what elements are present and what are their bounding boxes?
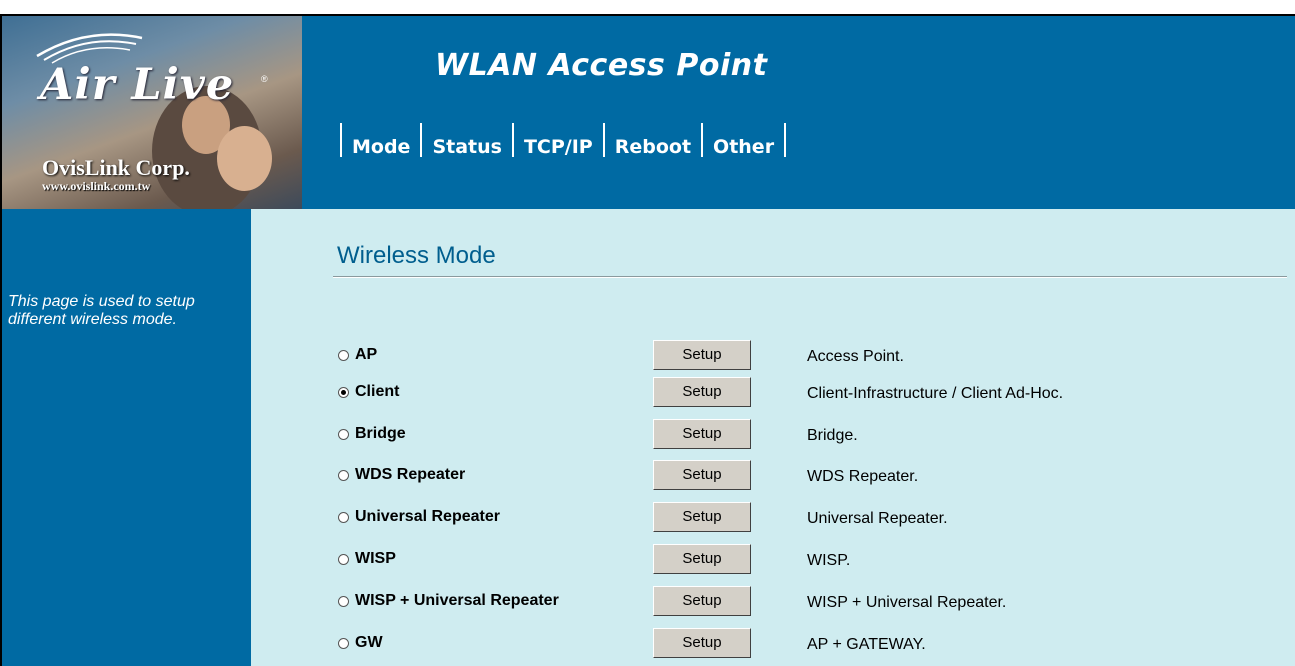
setup-button[interactable]: Setup bbox=[653, 419, 751, 449]
title-divider bbox=[333, 276, 1287, 278]
page-frame: Air Live ® OvisLink Corp. www.ovislink.c… bbox=[0, 14, 1295, 666]
radio-button[interactable] bbox=[338, 637, 349, 649]
mode-description: WISP. bbox=[807, 552, 851, 569]
mode-option[interactable]: GW bbox=[338, 628, 383, 658]
company-url: www.ovislink.com.tw bbox=[42, 179, 151, 193]
setup-button[interactable]: Setup bbox=[653, 628, 751, 658]
mode-description: Universal Repeater. bbox=[807, 510, 948, 527]
main-content: Wireless Mode AP Setup Access Point. Cli… bbox=[251, 209, 1295, 666]
mode-label: WISP + Universal Repeater bbox=[355, 592, 559, 609]
nav-other[interactable]: Other bbox=[701, 123, 784, 158]
mode-row-ap: AP Setup Access Point. bbox=[251, 340, 1295, 370]
mode-option[interactable]: Bridge bbox=[338, 419, 406, 449]
mode-label: AP bbox=[355, 346, 378, 363]
boy-face bbox=[217, 126, 272, 191]
sidebar: This page is used to setup different wir… bbox=[2, 209, 251, 666]
setup-button[interactable]: Setup bbox=[653, 340, 751, 370]
mode-row-wds-repeater: WDS Repeater Setup WDS Repeater. bbox=[251, 460, 1295, 490]
setup-button[interactable]: Setup bbox=[653, 502, 751, 532]
nav-status[interactable]: Status bbox=[420, 123, 512, 158]
radio-button[interactable] bbox=[338, 553, 349, 565]
mode-option[interactable]: WISP + Universal Repeater bbox=[338, 586, 559, 616]
header: Air Live ® OvisLink Corp. www.ovislink.c… bbox=[2, 16, 1295, 209]
mode-option[interactable]: Client bbox=[338, 377, 399, 407]
nav-mode[interactable]: Mode bbox=[340, 123, 420, 158]
page-title: Wireless Mode bbox=[337, 242, 496, 269]
mode-description: Access Point. bbox=[807, 348, 904, 365]
airlive-logo: Air Live ® OvisLink Corp. www.ovislink.c… bbox=[2, 16, 302, 209]
mode-label: Bridge bbox=[355, 425, 406, 442]
top-nav: Mode Status TCP/IP Reboot Other bbox=[340, 123, 787, 158]
radio-button[interactable] bbox=[338, 428, 349, 440]
mode-description: AP + GATEWAY. bbox=[807, 636, 926, 653]
sidebar-description: This page is used to setup different wir… bbox=[8, 293, 195, 328]
company-name: OvisLink Corp. bbox=[42, 155, 190, 180]
page-header-title: WLAN Access Point bbox=[435, 48, 768, 83]
mode-option[interactable]: AP bbox=[338, 340, 377, 370]
nav-tcpip[interactable]: TCP/IP bbox=[511, 123, 603, 158]
mode-description: Client-Infrastructure / Client Ad-Hoc. bbox=[807, 385, 1064, 402]
mode-row-universal-repeater: Universal Repeater Setup Universal Repea… bbox=[251, 502, 1295, 532]
registered-mark: ® bbox=[261, 74, 268, 84]
mode-option[interactable]: WISP bbox=[338, 544, 396, 574]
nav-reboot[interactable]: Reboot bbox=[602, 123, 701, 158]
radio-button[interactable] bbox=[338, 595, 349, 607]
radio-button[interactable] bbox=[338, 511, 349, 523]
mode-label: Universal Repeater bbox=[355, 508, 500, 525]
brand-name: Air Live bbox=[40, 60, 235, 110]
mode-option[interactable]: Universal Repeater bbox=[338, 502, 500, 532]
mode-row-wisp: WISP Setup WISP. bbox=[251, 544, 1295, 574]
mode-label: Client bbox=[355, 383, 400, 400]
mode-label: GW bbox=[355, 634, 383, 651]
setup-button[interactable]: Setup bbox=[653, 460, 751, 490]
setup-button[interactable]: Setup bbox=[653, 544, 751, 574]
mode-description: WISP + Universal Repeater. bbox=[807, 594, 1007, 611]
radio-button[interactable] bbox=[338, 349, 349, 361]
mode-option[interactable]: WDS Repeater bbox=[338, 460, 465, 490]
mode-row-client: Client Setup Client-Infrastructure / Cli… bbox=[251, 377, 1295, 407]
radio-button[interactable] bbox=[338, 469, 349, 481]
nav-divider bbox=[784, 123, 787, 157]
setup-button[interactable]: Setup bbox=[653, 377, 751, 407]
mode-row-bridge: Bridge Setup Bridge. bbox=[251, 419, 1295, 449]
mode-description: WDS Repeater. bbox=[807, 468, 919, 485]
mode-row-wisp-universal-repeater: WISP + Universal Repeater Setup WISP + U… bbox=[251, 586, 1295, 616]
mode-label: WDS Repeater bbox=[355, 466, 466, 483]
mode-description: Bridge. bbox=[807, 427, 858, 444]
radio-button[interactable] bbox=[338, 386, 349, 398]
mode-row-gw: GW Setup AP + GATEWAY. bbox=[251, 628, 1295, 658]
mode-label: WISP bbox=[355, 550, 396, 567]
setup-button[interactable]: Setup bbox=[653, 586, 751, 616]
